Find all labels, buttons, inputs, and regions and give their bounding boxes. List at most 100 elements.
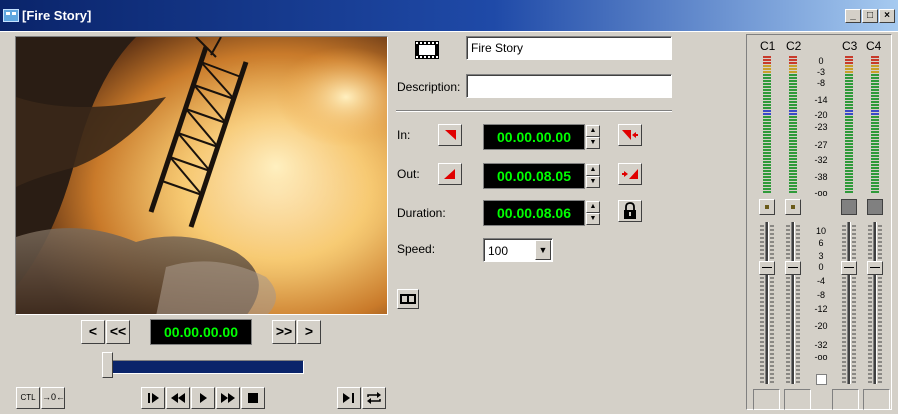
play-to-out-button[interactable] (337, 387, 361, 409)
channel-patch-c4[interactable] (863, 389, 890, 410)
ctl-button[interactable]: CTL (16, 387, 40, 409)
description-field[interactable] (466, 74, 672, 98)
position-scrub-bar[interactable] (112, 360, 304, 374)
fader-scale-7: -20 (814, 321, 828, 331)
chevron-down-icon[interactable]: ▼ (535, 240, 551, 260)
mark-out-button[interactable] (438, 163, 462, 185)
rewind-button[interactable] (166, 387, 190, 409)
fader-track-c3[interactable] (847, 222, 851, 384)
stop-button[interactable] (241, 387, 265, 409)
clip-name-field[interactable]: Fire Story (466, 36, 672, 60)
meter-scale-4: -20 (814, 110, 828, 120)
maximize-button[interactable]: □ (862, 9, 878, 23)
fader-knob-c1[interactable] (759, 261, 775, 275)
play-to-out-icon (343, 393, 354, 403)
loop-icon (367, 392, 381, 404)
description-label: Description: (397, 80, 461, 94)
fader-knob-c3[interactable] (841, 261, 857, 275)
rewind-step-button[interactable]: << (106, 320, 130, 344)
out-timecode[interactable]: 00.00.08.05 (483, 163, 585, 189)
out-timecode-frame: 00.00.08.05 (483, 163, 585, 189)
go-to-zero-button[interactable]: →0← (41, 387, 65, 409)
in-spin-down[interactable]: ▼ (586, 137, 600, 149)
channel-label-c1: C1 (760, 39, 776, 53)
speed-label: Speed: (397, 242, 436, 256)
channel-patch-c2[interactable] (784, 389, 811, 410)
level-meter-c2 (789, 56, 797, 193)
fast-forward-button[interactable] (216, 387, 240, 409)
play-icon (200, 393, 207, 403)
channel-label-c3: C3 (842, 39, 858, 53)
play-from-in-button[interactable] (141, 387, 165, 409)
mark-in-button[interactable] (438, 124, 462, 146)
go-to-out-icon (622, 169, 638, 179)
step-back-button[interactable]: < (81, 320, 105, 344)
meter-scale-1: -3 (816, 67, 825, 77)
step-play-icon (148, 393, 159, 403)
duration-spin-up[interactable]: ▲ (586, 201, 600, 213)
in-spin-up[interactable]: ▲ (586, 125, 600, 137)
trim-mode-button[interactable] (397, 289, 419, 309)
close-button[interactable]: × (879, 9, 895, 23)
duration-timecode[interactable]: 00.00.08.06 (483, 200, 585, 226)
level-meter-c4 (871, 56, 879, 193)
form-divider (396, 110, 672, 112)
title-bar[interactable]: [Fire Story] _ □ × (0, 0, 898, 32)
fader-scale-2: 3 (818, 251, 824, 261)
out-spin-up[interactable]: ▲ (586, 164, 600, 176)
duration-spinner[interactable]: ▲ ▼ (586, 201, 600, 225)
out-spin-down[interactable]: ▼ (586, 176, 600, 188)
fader-scale-6: -12 (814, 304, 828, 314)
in-timecode[interactable]: 00.00.00.00 (483, 124, 585, 150)
channel-enable-c2[interactable] (785, 199, 801, 215)
scrub-thumb[interactable] (102, 352, 113, 378)
fader-knob-c2[interactable] (785, 261, 801, 275)
minimize-button[interactable]: _ (845, 9, 861, 23)
channel-label-c4: C4 (866, 39, 882, 53)
fader-scale-8: -32 (814, 340, 828, 350)
duration-spin-down[interactable]: ▼ (586, 213, 600, 225)
video-preview[interactable] (15, 36, 388, 315)
current-timecode[interactable]: 00.00.00.00 (150, 319, 252, 345)
in-label: In: (397, 128, 411, 142)
mark-out-icon (444, 169, 455, 179)
speed-select[interactable]: 100 ▼ (483, 238, 553, 262)
channel-enable-c1[interactable] (759, 199, 775, 215)
out-label: Out: (397, 167, 420, 181)
fader-track-c2[interactable] (791, 222, 795, 384)
lock-duration-button[interactable] (618, 200, 642, 222)
fader-track-c4[interactable] (873, 222, 877, 384)
enabled-dot-icon (765, 205, 769, 209)
fader-scale-9: -oo (814, 352, 828, 362)
fast-forward-step-button[interactable]: >> (272, 320, 296, 344)
trim-icon (400, 294, 416, 304)
stop-icon (248, 393, 258, 403)
channel-enable-c3[interactable] (841, 199, 857, 215)
link-faders-checkbox[interactable] (816, 374, 827, 385)
go-to-out-button[interactable] (618, 163, 642, 185)
meter-scale-8: -38 (814, 172, 828, 182)
channel-patch-c1[interactable] (753, 389, 780, 410)
video-frame-image (16, 37, 387, 314)
fader-scale-4: -4 (816, 276, 825, 286)
fader-track-c1[interactable] (765, 222, 769, 384)
meter-scale-5: -23 (814, 122, 828, 132)
fader-scale-1: 6 (818, 238, 824, 248)
in-spinner[interactable]: ▲ ▼ (586, 125, 600, 149)
meter-scale-6: -27 (814, 140, 828, 150)
enabled-dot-icon (791, 205, 795, 209)
play-button[interactable] (191, 387, 215, 409)
fast-forward-icon (221, 393, 235, 403)
speed-value: 100 (488, 244, 509, 258)
meter-scale-0: 0 (818, 56, 824, 66)
out-spinner[interactable]: ▲ ▼ (586, 164, 600, 188)
go-to-in-button[interactable] (618, 124, 642, 146)
loop-button[interactable] (362, 387, 386, 409)
lock-icon (624, 202, 636, 219)
channel-patch-c3[interactable] (832, 389, 859, 410)
window-title: [Fire Story] (22, 8, 92, 23)
channel-enable-c4[interactable] (867, 199, 883, 215)
fader-knob-c4[interactable] (867, 261, 883, 275)
step-forward-button[interactable]: > (297, 320, 321, 344)
rewind-icon (171, 393, 185, 403)
